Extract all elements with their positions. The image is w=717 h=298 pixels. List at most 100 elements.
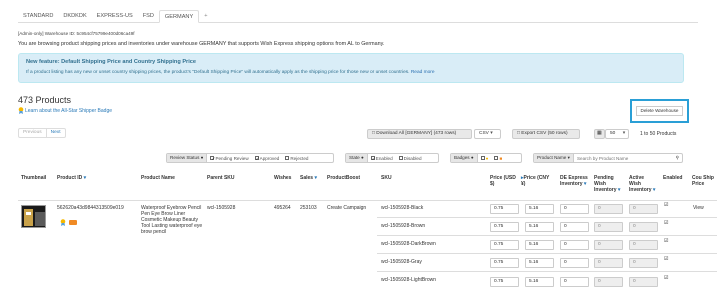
sort-caret-icon: ▾ bbox=[652, 187, 656, 193]
badge-icon: ■ bbox=[499, 155, 503, 161]
alert-body: If a product listing has any new or unse… bbox=[26, 70, 410, 75]
sort-caret-icon: ▾ bbox=[583, 181, 587, 187]
col-price-cny[interactable]: ▸Price (CNY ¥) bbox=[521, 175, 551, 187]
info-circle-icon: ● bbox=[470, 155, 474, 160]
col-active-wish: Active Wish Inventory ▾ bbox=[629, 175, 657, 193]
enabled-checkbox[interactable]: ☑ bbox=[664, 221, 669, 226]
sort-caret-icon: ▾ bbox=[617, 187, 621, 193]
previous-page-button[interactable]: Previous bbox=[18, 128, 47, 138]
col-country-price: Cou Ship Price bbox=[692, 175, 714, 187]
col-pending-wish: Pending Wish Inventory ▾ bbox=[594, 175, 622, 193]
row-divider bbox=[377, 271, 717, 272]
tab-dkdkdk[interactable]: DKDKDK bbox=[58, 10, 91, 22]
search-icon[interactable]: ⚲ bbox=[676, 155, 682, 161]
variant-sku: wcl-1505928-Black bbox=[381, 205, 424, 211]
download-icon: □ bbox=[372, 131, 375, 136]
col-product-id-label: Product ID bbox=[57, 175, 83, 181]
sort-caret-icon: ▾ bbox=[83, 175, 87, 181]
price-cny-input[interactable]: 5.16 bbox=[525, 277, 554, 287]
enabled-checkbox[interactable]: ☑ bbox=[664, 203, 669, 208]
approved-checkbox[interactable]: Approved bbox=[252, 156, 283, 161]
badge-allstar-checkbox[interactable]: ● bbox=[478, 156, 492, 161]
badge-icon bbox=[60, 219, 66, 226]
disabled-checkbox[interactable]: Disabled bbox=[396, 156, 425, 161]
row-divider bbox=[377, 217, 717, 218]
add-tab-button[interactable]: + bbox=[199, 10, 212, 22]
download-all-button[interactable]: □ Download All [GERMANY] (473 rows) bbox=[367, 129, 472, 139]
all-star-badge-link[interactable]: Learn about the All-Star Shipper Badge bbox=[25, 108, 112, 114]
sales-value: 253103 bbox=[300, 205, 317, 211]
de-express-inventory-input[interactable]: 0 bbox=[560, 204, 589, 214]
price-usd-input[interactable]: 0.75 bbox=[490, 204, 519, 214]
price-cny-input[interactable]: 5.16 bbox=[525, 222, 554, 232]
view-country-prices-link[interactable]: View bbox=[693, 205, 704, 211]
enabled-checkbox[interactable]: Enabled bbox=[368, 156, 396, 161]
col-product-id[interactable]: Product ID ▾ bbox=[57, 175, 86, 181]
export-csv-button[interactable]: □ Export CSV (50 rows) bbox=[512, 129, 580, 139]
enabled-checkbox[interactable]: ☑ bbox=[664, 257, 669, 262]
pagination: Previous Next bbox=[18, 128, 66, 138]
active-wish-inventory: 0 bbox=[629, 258, 658, 268]
search-input[interactable] bbox=[573, 155, 656, 161]
variant-sku: wcl-1505928-Gray bbox=[381, 259, 422, 265]
badge-icon bbox=[69, 220, 77, 225]
search-field-select[interactable]: Product Name ▾ bbox=[534, 154, 574, 162]
download-label: Download All [GERMANY] (473 rows) bbox=[376, 131, 457, 136]
rejected-label: Rejected bbox=[290, 155, 309, 161]
page-size-select[interactable]: 50 ▾ bbox=[605, 129, 629, 139]
tab-fsd[interactable]: FSD bbox=[138, 10, 159, 22]
price-cny-input[interactable]: 5.16 bbox=[525, 258, 554, 268]
download-format-select[interactable]: CSV ▾ bbox=[474, 129, 501, 139]
price-usd-input[interactable]: 0.75 bbox=[490, 277, 519, 287]
download-format-value: CSV bbox=[479, 131, 489, 136]
pending-wish-inventory: 0 bbox=[594, 240, 623, 250]
chevron-down-icon: ▾ bbox=[490, 131, 493, 136]
tab-standard[interactable]: STANDARD bbox=[18, 10, 58, 22]
col-enabled: Enabled bbox=[663, 175, 683, 181]
price-usd-input[interactable]: 0.75 bbox=[490, 258, 519, 268]
read-more-link[interactable]: Read more bbox=[411, 70, 435, 75]
info-circle-icon: ● bbox=[200, 155, 204, 160]
pending-review-checkbox[interactable]: Pending Review bbox=[207, 156, 251, 161]
create-campaign-link[interactable]: Create Campaign bbox=[327, 205, 366, 211]
tab-express-us[interactable]: EXPRESS-US bbox=[92, 10, 138, 22]
enabled-label: Enabled bbox=[375, 155, 393, 161]
badge-icon: ● bbox=[485, 155, 489, 161]
badge-express-checkbox[interactable]: ■ bbox=[491, 156, 505, 161]
product-thumbnail[interactable] bbox=[21, 205, 46, 228]
col-parent-sku: Parent SKU bbox=[207, 175, 235, 181]
badge-icon bbox=[18, 107, 24, 114]
rejected-checkbox[interactable]: Rejected bbox=[282, 156, 311, 161]
col-sales[interactable]: Sales ▾ bbox=[300, 175, 317, 181]
de-express-inventory-input[interactable]: 0 bbox=[560, 240, 589, 250]
next-page-button[interactable]: Next bbox=[46, 128, 66, 138]
pending-wish-inventory: 0 bbox=[594, 277, 623, 287]
enabled-checkbox[interactable]: ☑ bbox=[664, 276, 669, 281]
approved-label: Approved bbox=[259, 155, 280, 161]
de-express-inventory-input[interactable]: 0 bbox=[560, 277, 589, 287]
export-icon: □ bbox=[517, 131, 520, 136]
de-express-inventory-input[interactable]: 0 bbox=[560, 258, 589, 268]
price-usd-input[interactable]: 0.75 bbox=[490, 222, 519, 232]
alert-title: New feature: Default Shipping Price and … bbox=[26, 59, 197, 65]
variant-sku: wcl-1505928-DarkBrown bbox=[381, 241, 436, 247]
product-id-link[interactable]: 562620a43d9844313509e019 bbox=[57, 205, 124, 211]
variant-sku: wcl-1505928-Brown bbox=[381, 223, 426, 229]
chevron-down-icon: ▾ bbox=[567, 155, 570, 160]
price-cny-input[interactable]: 5.16 bbox=[525, 240, 554, 250]
all-star-row: Learn about the All-Star Shipper Badge bbox=[18, 107, 112, 114]
variant-sku: wcl-1505928-LightBrown bbox=[381, 277, 437, 283]
browsing-note: You are browsing product shipping prices… bbox=[18, 41, 385, 47]
delete-warehouse-highlight: Delete Warehouse bbox=[630, 99, 689, 123]
enabled-checkbox[interactable]: ☑ bbox=[664, 239, 669, 244]
state-text: State bbox=[349, 155, 360, 160]
state-label: State ● bbox=[346, 154, 368, 162]
price-usd-input[interactable]: 0.75 bbox=[490, 240, 519, 250]
price-cny-input[interactable]: 5.16 bbox=[525, 204, 554, 214]
delete-warehouse-button[interactable]: Delete Warehouse bbox=[636, 106, 683, 116]
col-price-cny-label: Price (CNY ¥) bbox=[521, 175, 550, 187]
active-wish-inventory: 0 bbox=[629, 240, 658, 250]
de-express-inventory-input[interactable]: 0 bbox=[560, 222, 589, 232]
tab-germany[interactable]: GERMANY bbox=[158, 10, 200, 23]
row-divider bbox=[377, 253, 717, 254]
